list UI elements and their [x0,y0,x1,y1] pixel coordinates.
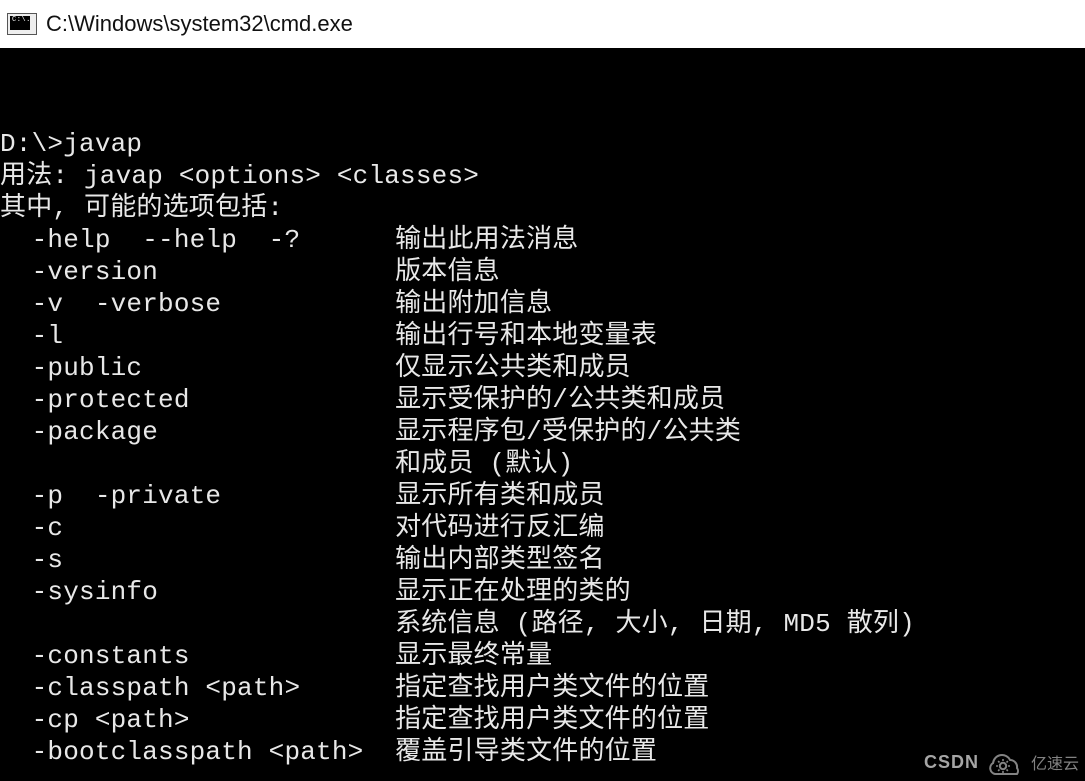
cmd-icon: C:\. [6,12,38,36]
cloud-icon [983,748,1027,776]
options-intro: 其中, 可能的选项包括: [0,193,283,223]
prompt-line: D:\>javap [0,129,142,159]
options-list: -help --help -? 输出此用法消息 -version 版本信息 -v… [0,225,915,767]
usage-line: 用法: javap <options> <classes> [0,161,479,191]
window-titlebar[interactable]: C:\. C:\Windows\system32\cmd.exe [0,0,1085,48]
watermark: CSDN 亿速云 [924,748,1079,776]
window-title: C:\Windows\system32\cmd.exe [46,11,353,37]
terminal-output[interactable]: D:\>javap 用法: javap <options> <classes> … [0,48,1085,780]
watermark-brand: 亿速云 [1031,750,1079,774]
watermark-left: CSDN [924,752,979,773]
